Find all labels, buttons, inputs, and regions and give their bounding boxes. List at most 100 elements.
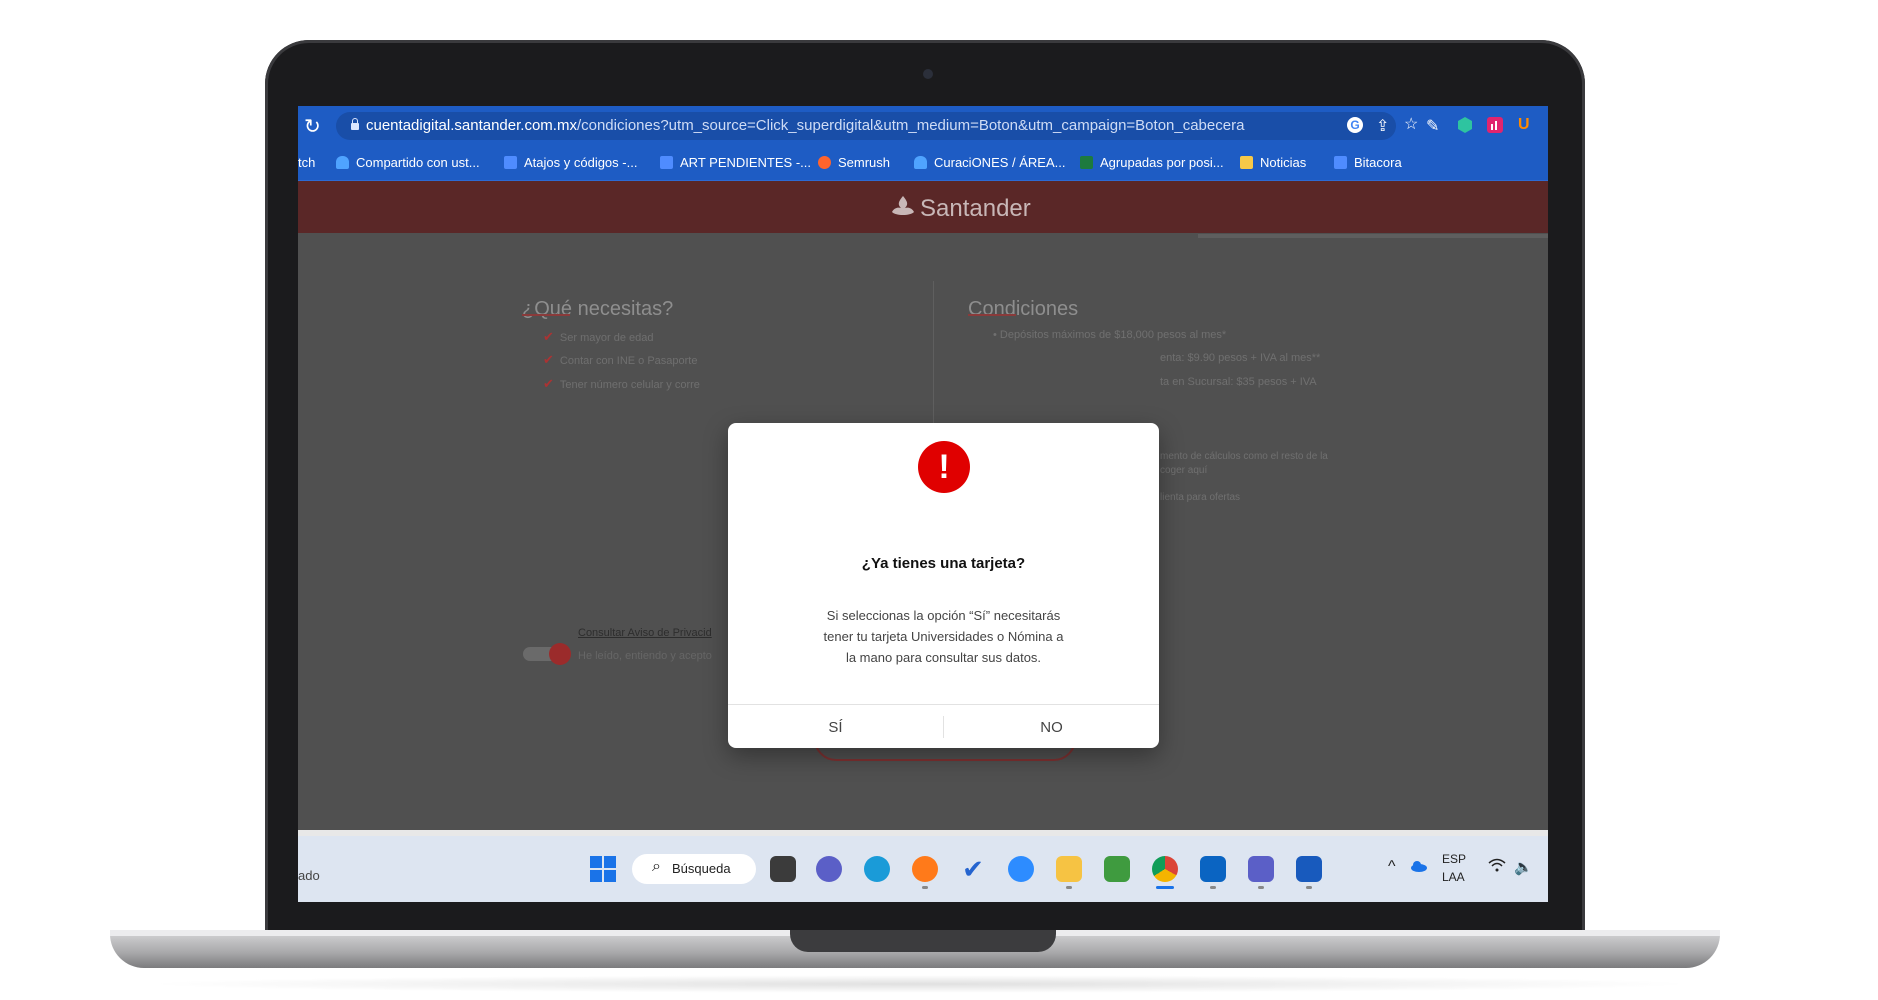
- right-title-underline: [968, 314, 1016, 316]
- lock-icon: [350, 118, 360, 130]
- running-indicator: [1066, 886, 1072, 889]
- semrush-icon: [818, 156, 831, 169]
- bookmark-4[interactable]: ART PENDIENTES -...: [660, 155, 811, 170]
- bookmark-3[interactable]: Atajos y códigos -...: [504, 155, 637, 170]
- bookmark-1[interactable]: tch: [298, 155, 315, 170]
- language-indicator-bottom[interactable]: LAA: [1442, 870, 1465, 884]
- yes-button[interactable]: SÍ: [728, 705, 943, 748]
- notepad-chart-icon[interactable]: [1104, 856, 1130, 882]
- dialog-message: Si seleccionas la opción “Sí” necesitará…: [793, 605, 1094, 668]
- language-indicator-top[interactable]: ESP: [1442, 852, 1466, 866]
- pen-extension-icon[interactable]: ✎: [1426, 116, 1439, 136]
- chat-icon[interactable]: [816, 856, 842, 882]
- volume-icon[interactable]: 🔈: [1514, 858, 1533, 876]
- windows-taskbar: ado ⌕ Búsqueda ✔ ^ ESP LAA 🔈: [298, 836, 1548, 902]
- bookmark-7[interactable]: Agrupadas por posi...: [1080, 155, 1224, 170]
- bookmark-9[interactable]: Bitacora: [1334, 155, 1402, 170]
- word-icon[interactable]: [1296, 856, 1322, 882]
- privacy-notice-link[interactable]: Consultar Aviso de Privacid: [578, 627, 712, 639]
- shield-extension-icon[interactable]: [1456, 116, 1474, 139]
- requirement-item: ✔ Tener número celular y corre: [543, 376, 700, 391]
- camera-dot: [923, 69, 933, 79]
- left-column-title: ¿Qué necesitas?: [522, 297, 674, 320]
- bookmark-5[interactable]: Semrush: [818, 155, 890, 170]
- dialog-message-line: la mano para consultar sus datos.: [845, 650, 1042, 665]
- taskbar-left-text: ado: [298, 868, 320, 883]
- doc-icon: [660, 156, 673, 169]
- card-question-dialog: ! ¿Ya tienes una tarjeta? Si seleccionas…: [728, 423, 1159, 748]
- check-icon: ✔: [543, 352, 554, 367]
- teams-icon[interactable]: [1248, 856, 1274, 882]
- toggle-knob[interactable]: [549, 643, 571, 665]
- dialog-title: ¿Ya tienes una tarjeta?: [861, 555, 1026, 572]
- column-divider: [933, 281, 934, 431]
- windows-start-icon[interactable]: [590, 856, 616, 882]
- firefox-icon[interactable]: [912, 856, 938, 882]
- google-icon[interactable]: G: [1346, 116, 1364, 139]
- bookmark-6[interactable]: CuraciONES / ÁREA...: [914, 155, 1065, 170]
- check-icon: ✔: [543, 376, 554, 391]
- active-indicator: [1156, 886, 1174, 889]
- taskbar-search-label: Búsqueda: [672, 861, 731, 876]
- wifi-icon[interactable]: [1488, 858, 1506, 876]
- check-icon: ✔: [543, 329, 554, 344]
- reload-icon[interactable]: ↻: [304, 114, 321, 139]
- url-host: cuentadigital.santander.com.mx: [366, 117, 577, 134]
- accept-terms-label: He leído, entiendo y acepto: [578, 650, 712, 662]
- alert-icon: !: [918, 441, 970, 493]
- condition-note: mento de cálculos como el resto de la: [1160, 451, 1328, 462]
- page-content: Santander ¿Qué necesitas? Condiciones ✔ S…: [298, 181, 1548, 830]
- running-indicator: [1258, 886, 1264, 889]
- task-view-icon[interactable]: [770, 856, 796, 882]
- svg-text:G: G: [1350, 118, 1359, 132]
- running-indicator: [1210, 886, 1216, 889]
- share-icon[interactable]: ⇪: [1376, 116, 1389, 136]
- requirement-item: ✔ Contar con INE o Pasaporte: [543, 352, 698, 367]
- cloud-icon: [336, 156, 349, 169]
- running-indicator: [922, 886, 928, 889]
- bookmark-8[interactable]: Noticias: [1240, 155, 1306, 170]
- chart-extension-icon[interactable]: [1486, 116, 1504, 139]
- doc-icon: [504, 156, 517, 169]
- bookmarks-bar: tch Compartido con ust... Atajos y códig…: [298, 146, 1548, 181]
- url-text: cuentadigital.santander.com.mx/condicion…: [366, 117, 1244, 134]
- bookmark-2[interactable]: Compartido con ust...: [336, 155, 480, 170]
- url-field[interactable]: cuentadigital.santander.com.mx/condicion…: [336, 112, 1418, 140]
- u-extension-icon[interactable]: U: [1518, 116, 1530, 134]
- folder-icon: [1240, 156, 1253, 169]
- condition-item: • Depósitos máximos de $18,000 pesos al …: [993, 329, 1227, 341]
- condition-note: coger aquí: [1160, 465, 1208, 476]
- laptop-shadow: [140, 975, 1700, 993]
- running-indicator: [1306, 886, 1312, 889]
- left-title-underline: [522, 314, 570, 316]
- excel-icon: [1080, 156, 1093, 169]
- dialog-message-line: Si seleccionas la opción “Sí” necesitará…: [826, 608, 1061, 623]
- edge-icon[interactable]: [864, 856, 890, 882]
- taskbar-search[interactable]: ⌕ Búsqueda: [632, 854, 756, 884]
- screen: ↻ cuentadigital.santander.com.mx/condici…: [298, 106, 1548, 902]
- todo-check-icon[interactable]: ✔: [960, 856, 986, 882]
- brand-name: Santander: [920, 195, 1031, 222]
- condition-item: ta en Sucursal: $35 pesos + IVA: [1160, 376, 1317, 388]
- zoom-icon[interactable]: [1008, 856, 1034, 882]
- brand-header: Santander: [298, 181, 1548, 233]
- address-bar: ↻ cuentadigital.santander.com.mx/condici…: [298, 106, 1548, 146]
- requirement-item: ✔ Ser mayor de edad: [543, 329, 654, 344]
- star-icon[interactable]: ☆: [1404, 114, 1418, 134]
- header-rule: [1198, 234, 1548, 238]
- no-button[interactable]: NO: [944, 705, 1159, 748]
- chrome-icon[interactable]: [1152, 856, 1178, 882]
- search-icon: ⌕: [652, 858, 661, 875]
- condition-item: enta: $9.90 pesos + IVA al mes**: [1160, 352, 1321, 364]
- laptop-notch: [790, 930, 1056, 952]
- condition-note: lienta para ofertas: [1160, 492, 1241, 503]
- file-explorer-icon[interactable]: [1056, 856, 1082, 882]
- url-path: /condiciones?utm_source=Click_superdigit…: [576, 117, 1245, 134]
- onedrive-icon[interactable]: [1410, 860, 1428, 875]
- outlook-icon[interactable]: [1200, 856, 1226, 882]
- chevron-up-icon[interactable]: ^: [1388, 858, 1396, 876]
- dialog-message-line: tener tu tarjeta Universidades o Nómina …: [823, 629, 1064, 644]
- doc-icon: [1334, 156, 1347, 169]
- santander-flame-icon: [890, 195, 914, 217]
- cloud-icon: [914, 156, 927, 169]
